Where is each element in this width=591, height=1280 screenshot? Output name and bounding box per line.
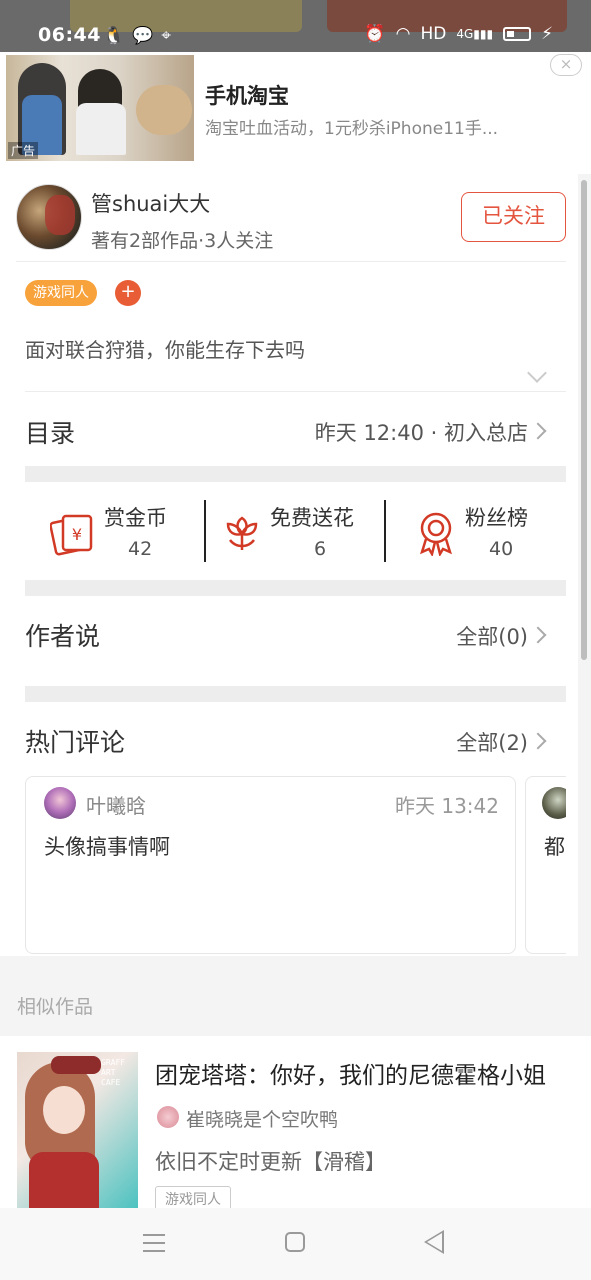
author-stats: 著有2部作品·3人关注 <box>91 230 274 252</box>
avatar[interactable] <box>542 787 566 819</box>
wechat-icon: 💬 <box>132 26 154 46</box>
ad-tag: 广告 <box>8 142 39 159</box>
reward-count: 42 <box>128 538 153 560</box>
home-icon[interactable] <box>285 1232 305 1252</box>
hd-label: HD <box>420 24 447 44</box>
comment-time: 昨天 13:42 <box>395 794 499 818</box>
hot-comments-title: 热门评论 <box>25 728 126 757</box>
work-detail-card: 管shuai大大 著有2部作品·3人关注 已关注 游戏同人 + 面对联合狩猎，你… <box>0 174 578 956</box>
avatar <box>157 1106 179 1128</box>
chevron-right-icon <box>529 732 547 750</box>
genre-tag[interactable]: 游戏同人 <box>25 280 97 306</box>
back-icon[interactable] <box>424 1230 444 1254</box>
similar-works-heading: 相似作品 <box>17 996 94 1018</box>
hot-comments-all[interactable]: 全部(2) <box>456 727 528 757</box>
scrollbar[interactable] <box>581 180 587 660</box>
flower-icon <box>226 516 258 550</box>
flower-label: 免费送花 <box>270 506 354 530</box>
comment-card[interactable]: 都 <box>525 776 566 954</box>
reward-coins-button[interactable]: ¥ 赏金币 42 <box>50 502 190 564</box>
book-cover[interactable]: GRAFF ART CAFE <box>17 1052 138 1208</box>
divider <box>204 500 206 562</box>
reward-label: 赏金币 <box>104 506 167 530</box>
divider <box>384 500 386 562</box>
ad-thumbnail[interactable]: 广告 <box>6 55 194 161</box>
add-tag-button[interactable]: + <box>115 280 141 306</box>
divider <box>25 391 566 392</box>
book-title[interactable]: 团宠塔塔：你好，我们的尼德霍格小姐 <box>155 1056 546 1090</box>
section-divider <box>25 580 566 596</box>
author-says-title: 作者说 <box>25 622 101 651</box>
comment-text: 都 <box>544 835 565 859</box>
system-navigation-bar <box>0 1208 591 1280</box>
charging-icon: ⚡ <box>541 24 553 44</box>
section-divider <box>25 686 566 702</box>
free-flower-button[interactable]: 免费送花 6 <box>222 502 382 564</box>
author-says-all[interactable]: 全部(0) <box>456 621 528 651</box>
avatar[interactable] <box>44 787 76 819</box>
work-description: 面对联合狩猎，你能生存下去吗 <box>25 338 305 362</box>
chevron-right-icon <box>529 422 547 440</box>
author-name[interactable]: 管shuai大大 <box>91 188 210 218</box>
book-author[interactable]: 崔晓晓是个空吹鸭 <box>186 1105 338 1132</box>
status-bar: 06:44 🐧 💬 ⌖ ⏰ ◠ HD 4G▮▮▮ ⚡ <box>0 0 591 52</box>
red-envelope-icon: ¥ <box>50 514 93 556</box>
svg-text:¥: ¥ <box>72 525 82 544</box>
ad-title[interactable]: 手机淘宝 <box>205 80 289 110</box>
comment-text: 头像搞事情啊 <box>44 835 170 859</box>
book-description: 依旧不定时更新【滑稽】 <box>155 1150 386 1174</box>
chevron-right-icon <box>529 626 547 644</box>
section-divider <box>25 466 566 482</box>
close-icon[interactable]: × <box>550 54 582 76</box>
follow-button[interactable]: 已关注 <box>461 192 566 242</box>
comment-card[interactable]: 叶曦晗 昨天 13:42 头像搞事情啊 <box>25 776 516 954</box>
flower-count: 6 <box>314 538 327 560</box>
chevron-down-icon[interactable] <box>527 363 547 383</box>
book-cover-text: GRAFF ART CAFE <box>101 1058 126 1087</box>
avatar[interactable] <box>16 184 82 250</box>
medal-icon <box>420 512 452 556</box>
divider <box>16 261 566 262</box>
signal-icon: 4G▮▮▮ <box>456 27 494 41</box>
wifi-icon: ◠ <box>395 24 411 44</box>
fans-count: 40 <box>489 538 514 560</box>
status-time: 06:44 <box>38 24 101 46</box>
fans-label: 粉丝榜 <box>465 506 528 530</box>
alarm-icon: ⏰ <box>364 24 386 44</box>
ad-description[interactable]: 淘宝吐血活动，1元秒杀iPhone11手... <box>205 114 498 139</box>
qq-icon: 🐧 <box>103 26 125 46</box>
similar-book-item[interactable]: GRAFF ART CAFE 团宠塔塔：你好，我们的尼德霍格小姐 崔晓晓是个空吹… <box>0 1036 591 1212</box>
comment-author[interactable]: 叶曦晗 <box>86 790 146 819</box>
catalog-latest-chapter: 昨天 12:40 · 初入总店 <box>314 421 528 445</box>
battery-icon <box>503 27 532 41</box>
menu-icon[interactable] <box>143 1234 165 1252</box>
catalog-title: 目录 <box>25 419 76 448</box>
ad-banner[interactable]: 广告 手机淘宝 淘宝吐血活动，1元秒杀iPhone11手... × <box>0 52 591 174</box>
location-icon: ⌖ <box>161 26 171 46</box>
fans-ranking-button[interactable]: 粉丝榜 40 <box>416 502 556 564</box>
